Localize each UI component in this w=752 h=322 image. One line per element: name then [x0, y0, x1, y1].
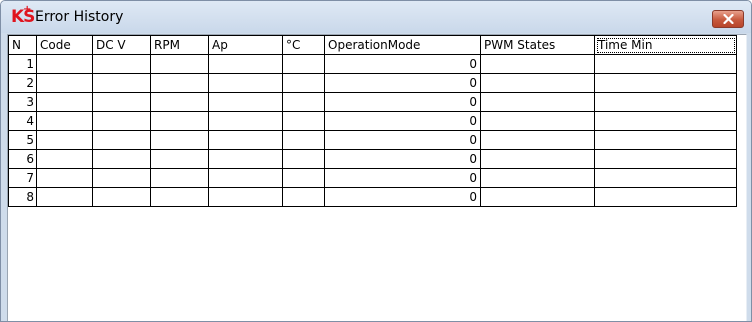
cell-time-min[interactable]: [594, 187, 737, 207]
table-row[interactable]: 70: [8, 168, 737, 188]
cell-ap[interactable]: [208, 54, 283, 74]
cell-pwm-states[interactable]: [480, 54, 595, 74]
cell-dc-v[interactable]: [92, 111, 151, 131]
cell-dc-v[interactable]: [92, 149, 151, 169]
cell-dc-v[interactable]: [92, 54, 151, 74]
cell-n: 7: [8, 168, 37, 188]
cell-pwm-states[interactable]: [480, 168, 595, 188]
column-header-ap[interactable]: Ap: [208, 35, 283, 55]
cell-code[interactable]: [36, 92, 93, 112]
cell-rpm[interactable]: [150, 168, 209, 188]
cell-operation-mode[interactable]: 0: [324, 73, 481, 93]
cell-pwm-states[interactable]: [480, 73, 595, 93]
error-history-window: KS + Error History N Code DC V RPM Ap °C…: [0, 0, 752, 322]
cell-n: 5: [8, 130, 37, 150]
cell-time-min[interactable]: [594, 54, 737, 74]
column-header-time-min[interactable]: Time Min: [594, 35, 737, 55]
cell-temp-c[interactable]: [282, 111, 325, 131]
cell-operation-mode[interactable]: 0: [324, 149, 481, 169]
cell-ap[interactable]: [208, 73, 283, 93]
cell-n: 4: [8, 111, 37, 131]
column-header-temp-c[interactable]: °C: [282, 35, 325, 55]
cell-ap[interactable]: [208, 130, 283, 150]
column-header-dc-v[interactable]: DC V: [92, 35, 151, 55]
cell-n: 1: [8, 54, 37, 74]
cell-ap[interactable]: [208, 168, 283, 188]
app-logo: KS +: [11, 4, 35, 27]
cell-pwm-states[interactable]: [480, 92, 595, 112]
table-header-row: N Code DC V RPM Ap °C OperationMode PWM …: [8, 35, 737, 55]
cell-n: 3: [8, 92, 37, 112]
cell-n: 2: [8, 73, 37, 93]
cell-temp-c[interactable]: [282, 73, 325, 93]
cell-pwm-states[interactable]: [480, 111, 595, 131]
cell-dc-v[interactable]: [92, 92, 151, 112]
client-area: N Code DC V RPM Ap °C OperationMode PWM …: [7, 34, 747, 321]
cell-time-min[interactable]: [594, 92, 737, 112]
table-row[interactable]: 60: [8, 149, 737, 169]
cell-rpm[interactable]: [150, 54, 209, 74]
cell-temp-c[interactable]: [282, 92, 325, 112]
cell-temp-c[interactable]: [282, 54, 325, 74]
cell-code[interactable]: [36, 111, 93, 131]
cell-code[interactable]: [36, 54, 93, 74]
cell-rpm[interactable]: [150, 92, 209, 112]
column-header-pwm-states[interactable]: PWM States: [480, 35, 595, 55]
table-row[interactable]: 30: [8, 92, 737, 112]
cell-ap[interactable]: [208, 92, 283, 112]
cell-n: 6: [8, 149, 37, 169]
close-button[interactable]: [712, 10, 744, 28]
cell-temp-c[interactable]: [282, 149, 325, 169]
column-header-operation-mode[interactable]: OperationMode: [324, 35, 481, 55]
cell-time-min[interactable]: [594, 149, 737, 169]
cell-rpm[interactable]: [150, 149, 209, 169]
table-row[interactable]: 80: [8, 187, 737, 207]
cell-rpm[interactable]: [150, 187, 209, 207]
cell-rpm[interactable]: [150, 111, 209, 131]
cell-operation-mode[interactable]: 0: [324, 168, 481, 188]
cell-time-min[interactable]: [594, 130, 737, 150]
cell-operation-mode[interactable]: 0: [324, 130, 481, 150]
cell-code[interactable]: [36, 73, 93, 93]
cell-pwm-states[interactable]: [480, 130, 595, 150]
cell-operation-mode[interactable]: 0: [324, 54, 481, 74]
cell-ap[interactable]: [208, 187, 283, 207]
cell-time-min[interactable]: [594, 73, 737, 93]
cell-code[interactable]: [36, 130, 93, 150]
cell-temp-c[interactable]: [282, 130, 325, 150]
cell-dc-v[interactable]: [92, 168, 151, 188]
cell-dc-v[interactable]: [92, 73, 151, 93]
cell-rpm[interactable]: [150, 73, 209, 93]
table-row[interactable]: 50: [8, 130, 737, 150]
table-row[interactable]: 10: [8, 54, 737, 74]
close-icon: [723, 14, 734, 24]
cell-code[interactable]: [36, 187, 93, 207]
column-header-n[interactable]: N: [8, 35, 37, 55]
cell-operation-mode[interactable]: 0: [324, 111, 481, 131]
cell-time-min[interactable]: [594, 168, 737, 188]
column-header-rpm[interactable]: RPM: [150, 35, 209, 55]
column-header-code[interactable]: Code: [36, 35, 93, 55]
cell-dc-v[interactable]: [92, 130, 151, 150]
title-bar[interactable]: KS + Error History: [1, 1, 751, 33]
cell-operation-mode[interactable]: 0: [324, 187, 481, 207]
error-history-table: N Code DC V RPM Ap °C OperationMode PWM …: [8, 35, 737, 207]
cell-operation-mode[interactable]: 0: [324, 92, 481, 112]
cell-dc-v[interactable]: [92, 187, 151, 207]
cell-n: 8: [8, 187, 37, 207]
cell-pwm-states[interactable]: [480, 187, 595, 207]
cell-ap[interactable]: [208, 149, 283, 169]
cell-pwm-states[interactable]: [480, 149, 595, 169]
table-row[interactable]: 40: [8, 111, 737, 131]
window-title: Error History: [35, 9, 124, 25]
cell-code[interactable]: [36, 149, 93, 169]
table-row[interactable]: 20: [8, 73, 737, 93]
cell-rpm[interactable]: [150, 130, 209, 150]
cell-ap[interactable]: [208, 111, 283, 131]
cell-temp-c[interactable]: [282, 187, 325, 207]
cell-temp-c[interactable]: [282, 168, 325, 188]
cell-code[interactable]: [36, 168, 93, 188]
cell-time-min[interactable]: [594, 111, 737, 131]
